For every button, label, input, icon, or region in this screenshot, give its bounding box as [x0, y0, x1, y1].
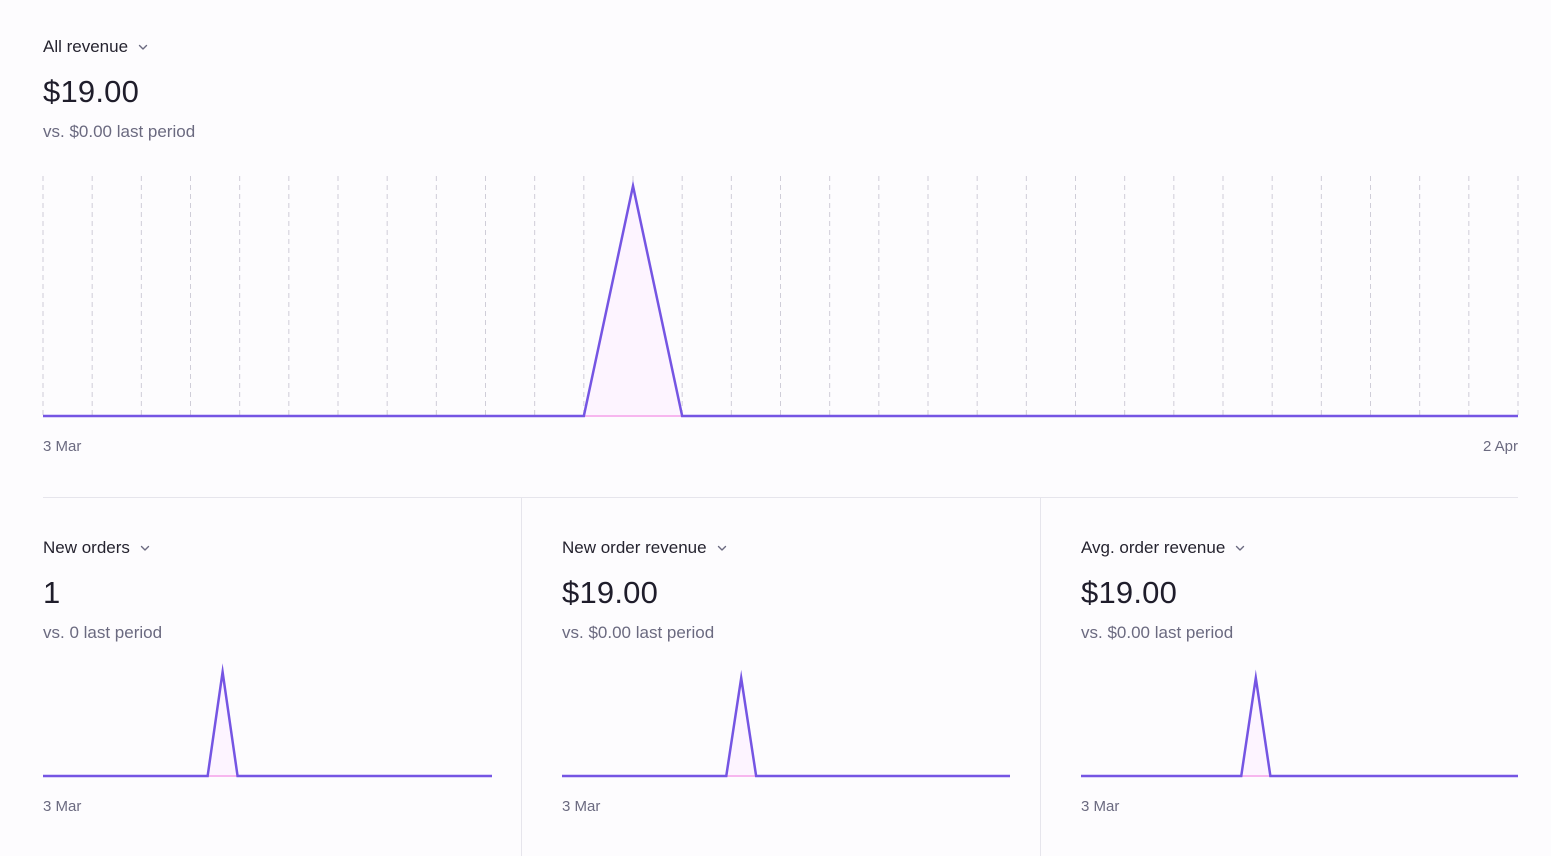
area-fill — [1241, 678, 1271, 776]
avg-order-revenue-chart — [1081, 669, 1518, 778]
series-line — [1081, 669, 1518, 778]
